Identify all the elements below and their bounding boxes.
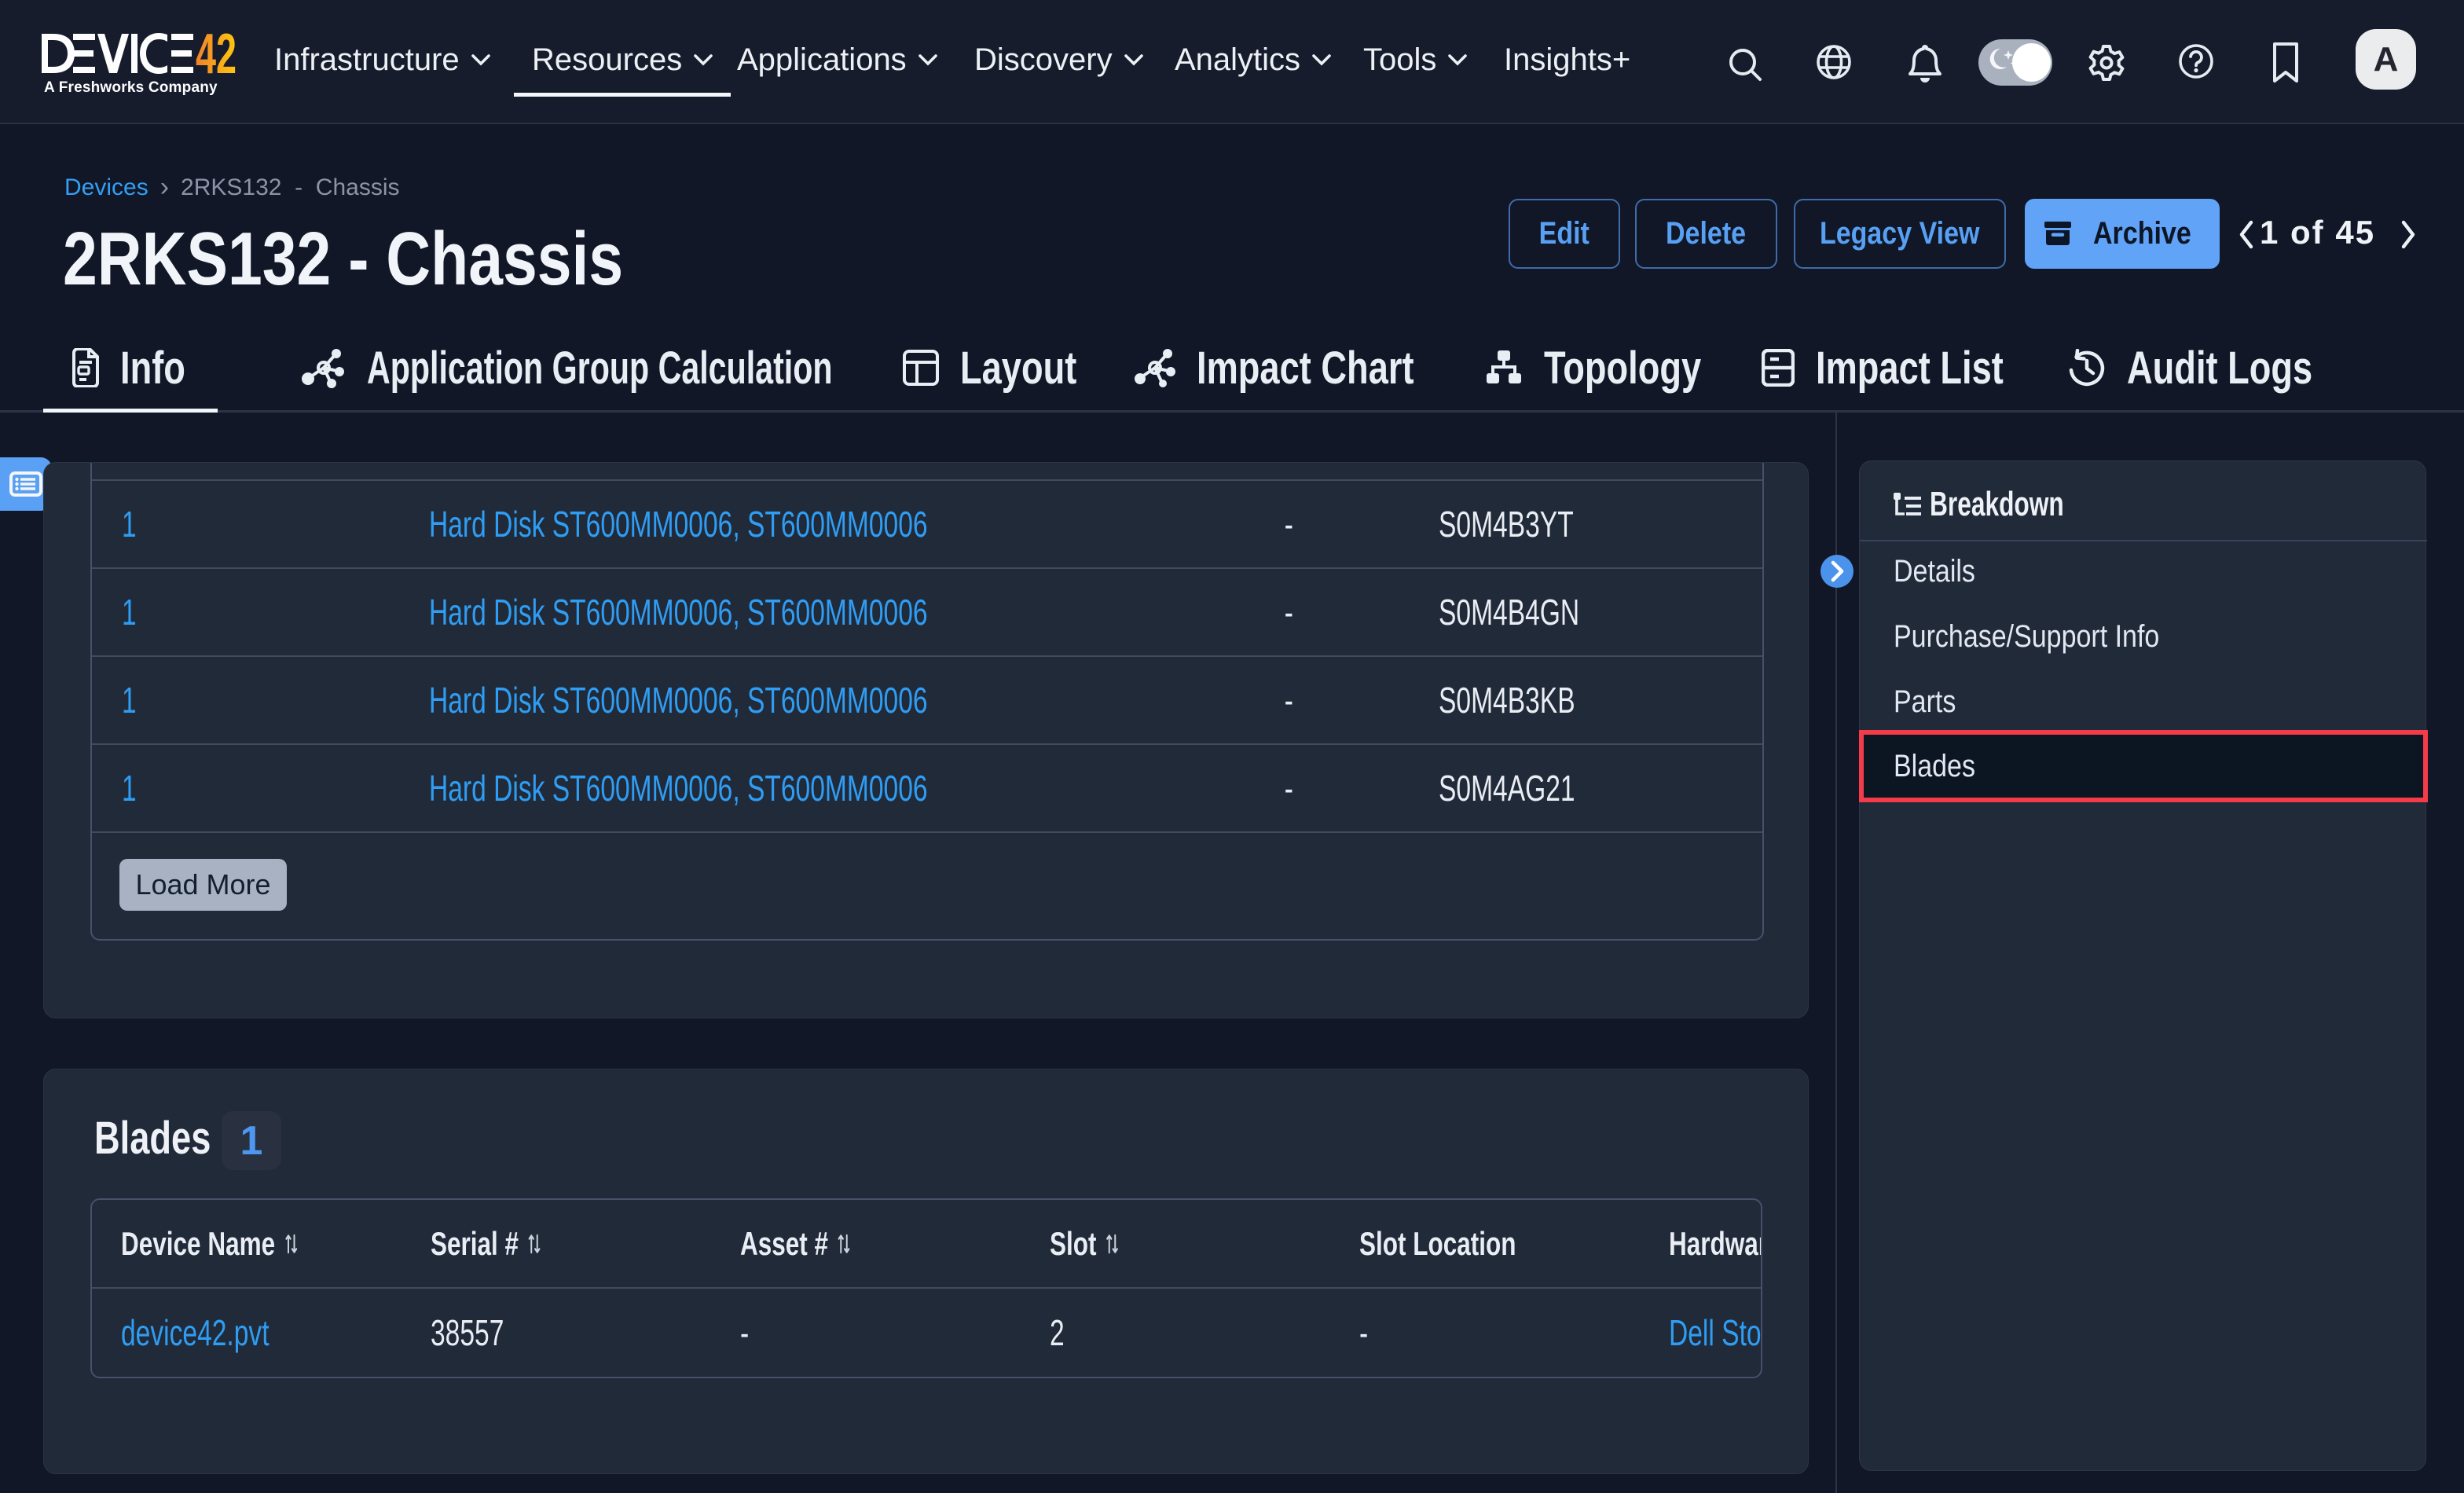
svg-text:42: 42 <box>196 33 236 75</box>
